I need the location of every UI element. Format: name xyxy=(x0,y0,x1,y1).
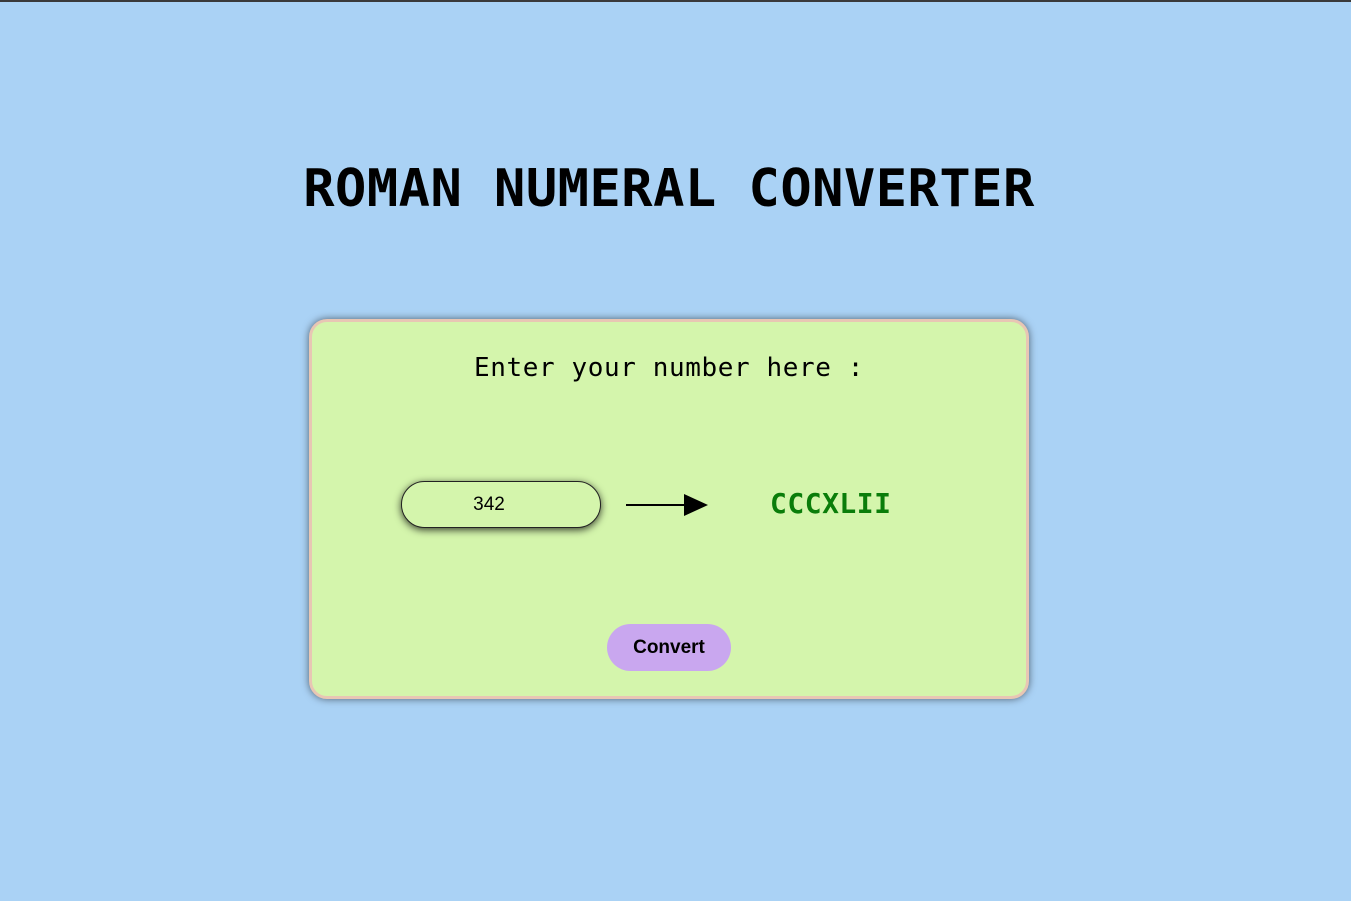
top-border-line xyxy=(0,0,1351,2)
page-title: ROMAN NUMERAL CONVERTER xyxy=(303,159,1035,219)
right-arrow-icon xyxy=(626,494,708,516)
input-prompt-label: Enter your number here : xyxy=(473,353,865,383)
number-input[interactable] xyxy=(401,481,601,528)
roman-numeral-result: CCCXLII xyxy=(770,487,892,520)
convert-button[interactable]: Convert xyxy=(607,624,731,671)
converter-card: Enter your number here : CCCXLII Convert xyxy=(309,319,1029,699)
